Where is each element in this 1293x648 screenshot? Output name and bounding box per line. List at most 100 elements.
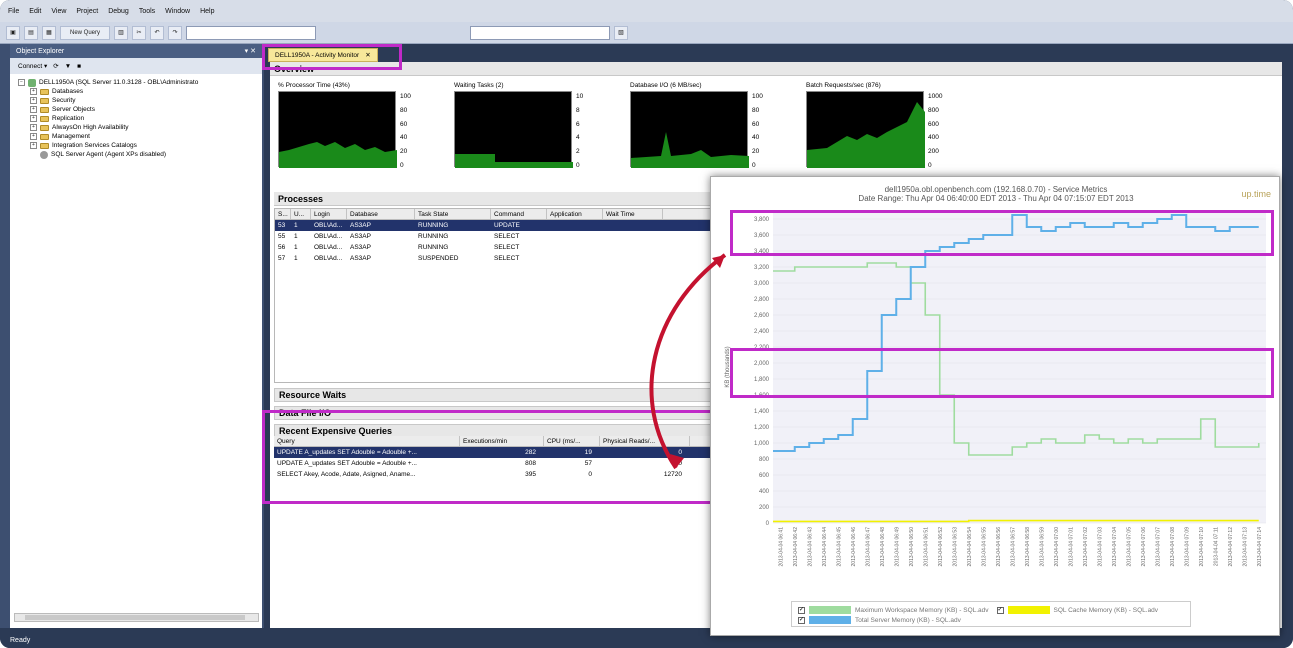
column-header[interactable]: Database	[347, 209, 415, 219]
axis-tick: 800	[928, 106, 939, 114]
column-header[interactable]: Login	[311, 209, 347, 219]
cell: OBL\Ad...	[314, 222, 343, 229]
expand-icon[interactable]: +	[30, 142, 37, 149]
overview-header[interactable]: Overview	[270, 62, 1282, 76]
tree-node-sql-agent[interactable]: SQL Server Agent (Agent XPs disabled)	[18, 150, 262, 159]
y-tick-label: 600	[759, 473, 770, 479]
table-row[interactable]: 55 1 OBL\Ad... AS3AP RUNNING SELECT	[275, 231, 713, 242]
column-header[interactable]: Command	[491, 209, 547, 219]
x-tick-label: 2013-04-04 06:57	[1010, 527, 1016, 567]
toolbox-strip[interactable]	[0, 44, 10, 628]
menu-file[interactable]: File	[8, 8, 19, 15]
y-tick-label: 1,200	[754, 425, 770, 431]
tree-server-node[interactable]: − DELL1950A (SQL Server 11.0.3128 - OBL\…	[18, 78, 262, 87]
column-header[interactable]: Wait Time	[603, 209, 663, 219]
open-file-icon[interactable]: ▤	[24, 25, 38, 40]
object-explorer: Object Explorer ▾ ✕ Connect ▾ ⟳ ▼ ■ − DE…	[10, 44, 264, 628]
y-tick-label: 800	[759, 457, 770, 463]
checkbox-checked[interactable]: ✓	[798, 606, 805, 614]
column-header[interactable]: S...	[275, 209, 291, 219]
mid-series-highlight	[730, 348, 1274, 398]
axis-tick: 0	[576, 161, 580, 169]
table-row[interactable]: 57 1 OBL\Ad... AS3AP SUSPENDED SELECT	[275, 253, 713, 264]
y-tick-label: 0	[766, 521, 770, 527]
resource-waits-header[interactable]: Resource Waits	[274, 388, 714, 402]
menu-tools[interactable]: Tools	[139, 8, 155, 15]
new-query-button[interactable]: New Query	[60, 25, 110, 40]
menu-project[interactable]: Project	[76, 8, 98, 15]
tree-node-alwayson[interactable]: + AlwaysOn High Availability	[18, 123, 262, 132]
chart-legend: ✓ Maximum Workspace Memory (KB) - SQL.ad…	[791, 601, 1191, 627]
cell: AS3AP	[350, 233, 371, 240]
stop-icon[interactable]: ■	[77, 63, 81, 70]
x-tick-label: 2013-04-04 06:59	[1039, 527, 1045, 567]
redo-icon[interactable]: ↷	[168, 25, 182, 40]
cell: 56	[278, 244, 286, 251]
cell: AS3AP	[350, 255, 371, 262]
filter-icon[interactable]: ▼	[65, 63, 71, 70]
properties-icon[interactable]: ▧	[614, 25, 628, 40]
pin-icon[interactable]: ▾ ✕	[245, 47, 256, 55]
app-window: File Edit View Project Debug Tools Windo…	[0, 0, 1293, 648]
expand-icon[interactable]: +	[30, 106, 37, 113]
cell: AS3AP	[350, 222, 371, 229]
scrollbar-thumb[interactable]	[25, 615, 245, 620]
batch-requests-graph: Batch Requests/sec (876) 1000 800 600 400 20…	[806, 82, 954, 180]
table-row[interactable]: 56 1 OBL\Ad... AS3AP RUNNING SELECT	[275, 242, 713, 253]
menu-bar: File Edit View Project Debug Tools Windo…	[0, 0, 1293, 22]
column-header[interactable]: Task State	[415, 209, 491, 219]
cell: SELECT	[494, 233, 520, 240]
processes-header[interactable]: Processes	[274, 192, 714, 206]
menu-window[interactable]: Window	[165, 8, 190, 15]
menu-edit[interactable]: Edit	[29, 8, 41, 15]
collapse-icon[interactable]: −	[18, 79, 25, 86]
solution-config-dropdown[interactable]	[186, 25, 316, 40]
x-tick-label: 2013-04-04 07:05	[1126, 527, 1132, 567]
y-tick-label: 1,000	[754, 441, 770, 447]
find-input[interactable]	[470, 25, 610, 40]
axis-tick: 40	[752, 134, 760, 142]
horizontal-scrollbar[interactable]	[14, 613, 259, 622]
axis-tick: 80	[752, 106, 760, 114]
new-project-icon[interactable]: ▣	[6, 25, 20, 40]
column-header[interactable]: U...	[291, 209, 311, 219]
axis-tick: 2	[576, 148, 580, 156]
y-tick-label: 3,000	[754, 281, 770, 287]
tree-node-databases[interactable]: + Databases	[18, 87, 262, 96]
refresh-icon[interactable]: ⟳	[53, 62, 58, 70]
tree-node-security[interactable]: + Security	[18, 96, 262, 105]
tree-node-replication[interactable]: + Replication	[18, 114, 262, 123]
menu-debug[interactable]: Debug	[108, 8, 129, 15]
expand-icon[interactable]: +	[30, 88, 37, 95]
processor-time-graph: % Processor Time (43%) 100 80 60 40 20 0	[278, 82, 426, 180]
legend-swatch	[809, 616, 851, 624]
legend-item: ✓ Total Server Memory (KB) - SQL.adv	[798, 615, 1184, 625]
query-db-icon[interactable]: ▥	[114, 25, 128, 40]
expand-icon[interactable]: +	[30, 115, 37, 122]
checkbox-checked[interactable]: ✓	[798, 616, 805, 624]
waiting-tasks-plot	[455, 154, 573, 168]
tree-node-label: Security	[52, 97, 76, 104]
cell: RUNNING	[418, 222, 449, 229]
expand-icon[interactable]: +	[30, 133, 37, 140]
tree-node-integration-services[interactable]: + Integration Services Catalogs	[18, 141, 262, 150]
save-icon[interactable]: ▦	[42, 25, 56, 40]
expand-icon[interactable]: +	[30, 124, 37, 131]
connect-button[interactable]: Connect ▾	[18, 62, 47, 70]
tree-node-management[interactable]: + Management	[18, 132, 262, 141]
column-header[interactable]: Application	[547, 209, 603, 219]
table-row[interactable]: 53 1 OBL\Ad... AS3AP RUNNING UPDATE	[275, 220, 713, 231]
undo-icon[interactable]: ↶	[150, 25, 164, 40]
expand-icon[interactable]: +	[30, 97, 37, 104]
cell: OBL\Ad...	[314, 255, 343, 262]
cell: AS3AP	[350, 244, 371, 251]
x-tick-label: 2013-04-04 07:14	[1257, 527, 1263, 567]
agent-icon	[40, 150, 48, 159]
checkbox-checked[interactable]: ✓	[996, 606, 1004, 614]
menu-help[interactable]: Help	[200, 8, 214, 15]
folder-icon	[40, 142, 49, 149]
cut-icon[interactable]: ✂	[132, 25, 146, 40]
menu-view[interactable]: View	[51, 8, 66, 15]
tree-node-server-objects[interactable]: + Server Objects	[18, 105, 262, 114]
processes-grid: S... U... Login Database Task State Comm…	[274, 208, 714, 383]
